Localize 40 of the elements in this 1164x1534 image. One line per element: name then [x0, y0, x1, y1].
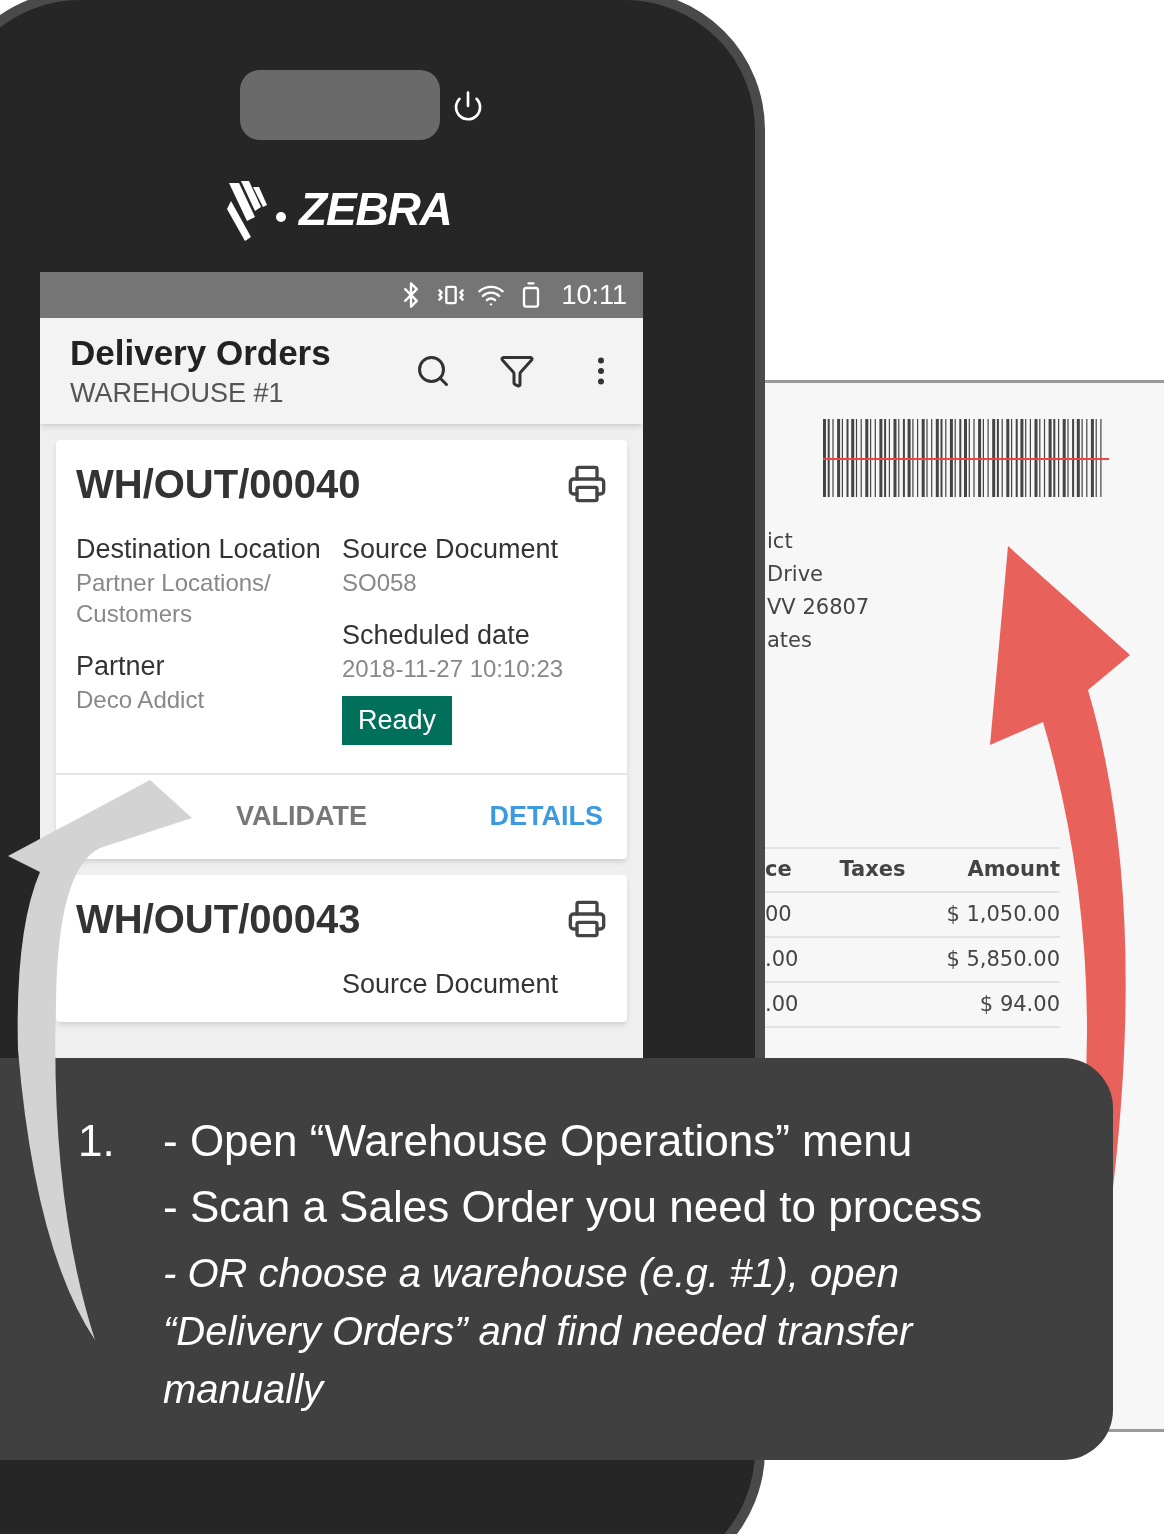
instruction-text: - Scan a Sales Order you need to process [163, 1181, 984, 1233]
instruction-text: - Open “Warehouse Operations” menu [163, 1115, 914, 1167]
address-line: VV 26807 [767, 594, 871, 621]
field-value: SO058 [342, 568, 418, 598]
field-label: Scheduled date [342, 619, 531, 652]
app-title: Delivery Orders [70, 332, 331, 374]
field-label: Source Document [342, 533, 560, 566]
table-cell-text: $ 1,050.00 [945, 900, 1060, 928]
field-label: Partner [76, 650, 166, 683]
table-cell-text: $ 94.00 [978, 990, 1060, 1018]
address-line: ict [767, 528, 794, 555]
field-label: Source Document [342, 967, 560, 1001]
field-value: Deco Addict [76, 685, 206, 715]
app-subtitle: WAREHOUSE #1 [70, 377, 285, 410]
column-header: Amount [966, 856, 1060, 884]
column-header: ce [765, 856, 793, 884]
print-icon[interactable] [567, 464, 607, 504]
validate-button[interactable]: VALIDATE [232, 796, 371, 837]
print-icon[interactable] [567, 898, 607, 939]
filter-icon[interactable] [499, 353, 535, 389]
status-badge: Ready [342, 696, 453, 745]
table-cell-text: .00 [765, 990, 800, 1018]
brand-logo-text: ZEBRA [299, 182, 452, 237]
field-label: Destination Location [76, 533, 322, 566]
details-button[interactable]: DETAILS [485, 796, 607, 837]
order-number: WH/OUT/00040 [76, 461, 361, 508]
field-value: Partner Locations/ Customers [76, 568, 272, 629]
address-line: Drive [767, 561, 824, 588]
column-header: Taxes [838, 856, 907, 884]
table-cell-text: .00 [765, 945, 800, 973]
field-value: 2018-11-27 10:10:23 [342, 654, 565, 684]
table-cell-text: 00 [765, 900, 793, 928]
order-number: WH/OUT/00043 [76, 895, 361, 943]
table-cell-text: $ 5,850.00 [945, 945, 1060, 973]
step-number: 1. [78, 1115, 116, 1167]
clock-time: 10:11 [561, 278, 627, 312]
address-line: ates [767, 627, 813, 654]
power-icon[interactable] [452, 90, 484, 122]
instruction-note: - OR choose a warehouse (e.g. #1), open “Delivery Orders” and find needed transfer manually [163, 1250, 915, 1413]
search-icon[interactable] [415, 353, 451, 389]
